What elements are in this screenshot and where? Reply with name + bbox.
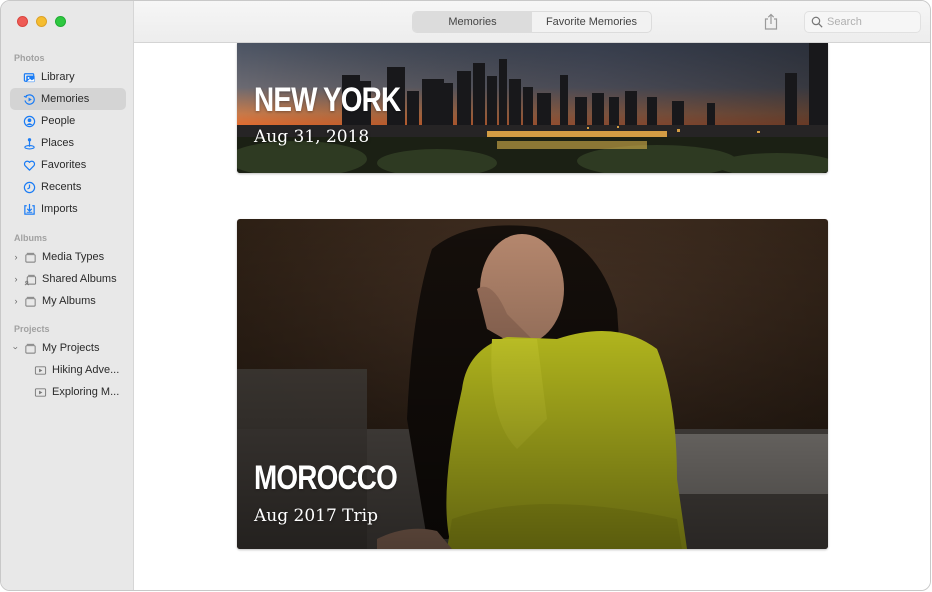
slideshow-icon — [33, 385, 47, 399]
memory-title: NEW YORK — [254, 81, 401, 119]
people-icon — [22, 114, 36, 128]
section-label-projects: Projects — [14, 324, 50, 334]
zoom-button[interactable] — [55, 16, 66, 27]
shared-album-icon — [23, 272, 37, 286]
places-icon — [22, 136, 36, 150]
sidebar-item-label: People — [41, 115, 76, 127]
sidebar-item-favorites[interactable]: Favorites — [10, 154, 126, 176]
memory-card-morocco[interactable]: MOROCCO Aug 2017 Trip — [237, 219, 828, 549]
sidebar-item-label: Places — [41, 137, 75, 149]
sidebar-item-my-albums[interactable]: › My Albums — [11, 290, 96, 312]
heart-icon — [22, 158, 36, 172]
memory-subtitle: Aug 31, 2018 — [254, 127, 370, 147]
sidebar-item-label: Media Types — [42, 251, 105, 263]
album-stack-icon — [23, 250, 37, 264]
sidebar-item-imports[interactable]: Imports — [10, 198, 126, 220]
share-icon — [764, 13, 778, 30]
memories-segmented-control: Memories Favorite Memories — [412, 11, 652, 33]
search-field[interactable] — [804, 11, 921, 33]
sidebar-item-label: Memories — [41, 93, 90, 105]
close-button[interactable] — [17, 16, 28, 27]
window-controls — [17, 16, 66, 27]
album-stack-icon — [23, 341, 37, 355]
import-icon — [22, 202, 36, 216]
memories-grid: NEW YORK Aug 31, 2018 MOROCCO Aug 2017 T… — [134, 43, 930, 590]
sidebar-item-media-types[interactable]: › Media Types — [11, 246, 105, 268]
sidebar-item-my-projects[interactable]: › My Projects — [11, 337, 99, 359]
memory-subtitle: Aug 2017 Trip — [254, 506, 378, 526]
sidebar-item-label: My Albums — [42, 295, 96, 307]
search-icon — [811, 16, 823, 28]
slideshow-icon — [33, 363, 47, 377]
clock-icon — [22, 180, 36, 194]
sidebar-item-label: Exploring M... — [52, 386, 120, 398]
sidebar-item-people[interactable]: People — [10, 110, 126, 132]
minimize-button[interactable] — [36, 16, 47, 27]
chevron-right-icon[interactable]: › — [11, 274, 21, 284]
sidebar-item-library[interactable]: Library — [10, 66, 126, 88]
library-icon — [22, 70, 36, 84]
share-button[interactable] — [763, 13, 779, 31]
tab-favorite-memories[interactable]: Favorite Memories — [532, 12, 651, 32]
sidebar-item-label: Imports — [41, 203, 78, 215]
chevron-right-icon[interactable]: › — [11, 252, 21, 262]
photos-window: Photos Library Memories People Places Fa… — [0, 0, 931, 591]
sidebar-item-label: My Projects — [42, 342, 100, 354]
memory-title: MOROCCO — [254, 459, 398, 497]
sidebar-item-shared-albums[interactable]: › Shared Albums — [11, 268, 117, 290]
chevron-right-icon[interactable]: › — [11, 296, 21, 306]
sidebar-item-places[interactable]: Places — [10, 132, 126, 154]
memory-card-new-york[interactable]: NEW YORK Aug 31, 2018 — [237, 43, 828, 173]
sidebar-item-label: Library — [41, 71, 75, 83]
search-input[interactable] — [827, 16, 912, 28]
album-stack-icon — [23, 294, 37, 308]
morocco-photo — [237, 219, 828, 549]
tab-memories[interactable]: Memories — [413, 12, 532, 32]
sidebar-item-label: Hiking Adve... — [52, 364, 120, 376]
section-label-photos: Photos — [14, 53, 45, 63]
sidebar-item-label: Favorites — [41, 159, 87, 171]
memories-icon — [22, 92, 36, 106]
chevron-down-icon[interactable]: › — [11, 343, 21, 353]
sidebar-item-exploring[interactable]: Exploring M... — [33, 381, 119, 403]
sidebar-item-memories[interactable]: Memories — [10, 88, 126, 110]
sidebar-item-label: Shared Albums — [42, 273, 117, 285]
sidebar-item-label: Recents — [41, 181, 82, 193]
sidebar-item-hiking-adventure[interactable]: Hiking Adve... — [33, 359, 119, 381]
sidebar-item-recents[interactable]: Recents — [10, 176, 126, 198]
toolbar: Memories Favorite Memories — [134, 1, 930, 43]
section-label-albums: Albums — [14, 233, 48, 243]
sidebar: Photos Library Memories People Places Fa… — [1, 1, 134, 590]
